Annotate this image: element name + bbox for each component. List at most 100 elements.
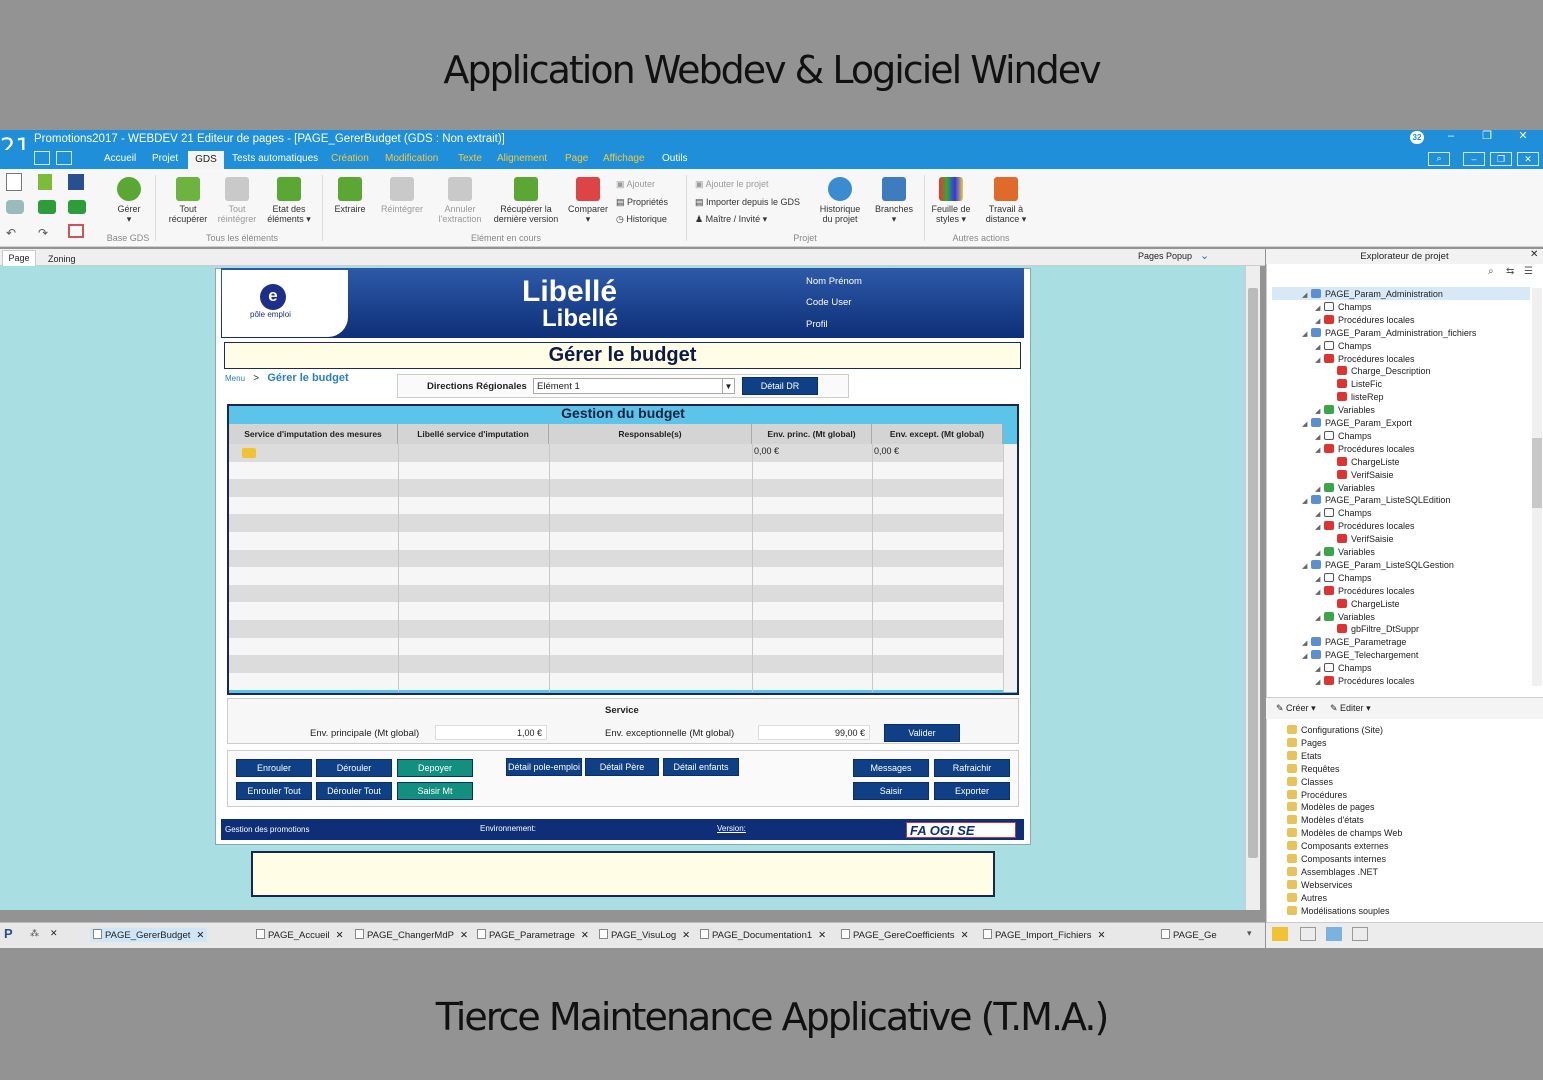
menu-gds[interactable]: GDS [188,151,224,169]
table-row[interactable] [229,479,1003,497]
table-row[interactable] [229,514,1003,532]
table-row[interactable] [229,637,1003,656]
document-tab[interactable]: PAGE_Documentation1 ✕ [697,928,829,942]
table-row[interactable] [229,620,1003,638]
menu-accueil[interactable]: Accueil [104,153,136,164]
document-tab[interactable]: PAGE_Ge [1158,928,1220,942]
column-header-env-except[interactable]: Env. except. (Mt global) [872,424,1003,444]
tree-node[interactable]: ◢ PAGE_Param_Administration [1302,288,1443,302]
menu-affichage[interactable]: Affichage [603,153,645,164]
element-list-item[interactable]: Webservices [1287,879,1352,891]
minimize-button[interactable]: – [1434,130,1468,144]
menu-tests-automatiques[interactable]: Tests automatiques [232,153,318,164]
close-window-button[interactable]: ✕ [1506,130,1540,144]
column-header-env-princ[interactable]: Env. princ. (Mt global) [752,424,872,444]
undo-icon[interactable]: ↶ [6,226,16,240]
tree-node[interactable]: ◢ Champs [1315,662,1372,676]
expand-arrow-icon[interactable]: ◢ [1302,329,1311,341]
expand-arrow-icon[interactable]: ◢ [1302,496,1311,508]
document-tab[interactable]: PAGE_Import_Fichiers ✕ [980,928,1108,942]
tree-node[interactable]: gbFiltre_DtSuppr [1328,623,1419,635]
element-list-item[interactable]: Autres [1287,892,1327,904]
recuperer-version-button[interactable]: Récupérer la dernière version [490,177,562,224]
feuille-styles-button[interactable]: Feuille de styles ▾ [928,177,974,224]
network-icon[interactable]: ⁂ [30,928,39,939]
document-tab[interactable]: PAGE_GererBudget ✕ [90,928,208,942]
tree-node[interactable]: ◢ Champs [1315,507,1372,521]
close-tab-icon[interactable]: ✕ [196,930,204,941]
tout-recuperer-button[interactable]: Tout récupérer [166,177,210,224]
windows-tab-icon[interactable] [1352,927,1368,941]
tree-node[interactable]: ◢ Variables [1315,546,1375,560]
table-row[interactable] [229,584,1003,603]
tree-node[interactable]: ◢ Variables [1315,404,1375,418]
creer-button[interactable]: ✎ Créer ▾ [1276,703,1316,714]
table-row[interactable] [229,602,1003,620]
messages-button[interactable]: Messages [853,759,929,777]
rafraichir-button[interactable]: Rafraichir [934,759,1010,777]
expand-arrow-icon[interactable]: ◢ [1315,445,1324,457]
explorer-options-icon[interactable]: ☰ [1524,266,1533,277]
tree-node[interactable]: ◢ Procédures locales [1315,675,1415,689]
detail-dr-button[interactable]: Détail DR [742,377,818,395]
new-file-icon[interactable] [6,173,22,191]
footer-version[interactable]: Version: [717,824,746,833]
directions-select[interactable]: Elément 1 ▼ [533,378,735,394]
element-list-item[interactable]: Requêtes [1287,763,1340,775]
expand-arrow-icon[interactable]: ◢ [1302,419,1311,431]
derouler-tout-button[interactable]: Dérouler Tout [316,782,392,800]
detail-pere-button[interactable]: Détail Père [585,758,659,776]
element-list-item[interactable]: Pages [1287,737,1327,749]
chevron-down-icon[interactable]: ⌄ [1200,249,1209,262]
menu-projet[interactable]: Projet [152,153,178,164]
tree-node[interactable]: ◢ PAGE_Parametrage [1302,636,1406,650]
close-tab-icon[interactable]: ✕ [460,930,468,941]
gerer-button[interactable]: Gérer ▾ [108,177,150,224]
tree-node[interactable]: Charge_Description [1328,365,1431,377]
tree-node[interactable]: ◢ Champs [1315,301,1372,315]
detail-enfants-button[interactable]: Détail enfants [663,758,739,776]
table-row[interactable] [229,496,1003,515]
tree-node[interactable]: ChargeListe [1328,598,1400,610]
element-list-item[interactable]: Procédures [1287,789,1347,801]
explorer-close-icon[interactable]: ✕ [1530,249,1538,260]
tree-node[interactable]: ChargeListe [1328,456,1400,468]
close-tab-icon[interactable]: ✕ [1097,930,1105,941]
expand-arrow-icon[interactable]: ◢ [1315,587,1324,599]
element-list-item[interactable]: Modèles de pages [1287,801,1375,813]
close-tab-icon[interactable]: ✕ [336,930,344,941]
menu-modification[interactable]: Modification [385,153,438,164]
breadcrumb-menu[interactable]: Menu [225,374,245,383]
layout-icon[interactable] [56,151,72,165]
branches-button[interactable]: Branches ▾ [872,177,916,224]
tree-node[interactable]: ◢ Variables [1315,482,1375,496]
historique-projet-button[interactable]: Historique du projet [814,177,866,224]
close-tab-icon[interactable]: ✕ [581,930,589,941]
notification-badge[interactable]: 32 [1410,131,1424,144]
expand-arrow-icon[interactable]: ◢ [1302,561,1311,573]
detail-pole-button[interactable]: Détail pole-emploi [506,758,582,776]
element-list-item[interactable]: Modèles de champs Web [1287,827,1402,839]
go-icon[interactable] [38,200,56,214]
menu-outils[interactable]: Outils [662,153,688,164]
tree-scrollbar[interactable] [1532,288,1542,686]
doc-minimize-button[interactable]: – [1463,152,1485,166]
tree-node[interactable]: ◢ Procédures locales [1315,314,1415,328]
saisir-button[interactable]: Saisir [853,782,929,800]
menu-page[interactable]: Page [565,153,588,164]
derouler-button[interactable]: Dérouler [316,759,392,777]
travail-distance-button[interactable]: Travail à distance ▾ [982,177,1030,224]
menu-alignement[interactable]: Alignement [497,153,547,164]
canvas-scrollbar[interactable] [1245,266,1260,910]
doc-close-button[interactable]: ✕ [1517,152,1539,166]
tree-node[interactable]: ◢ Procédures locales [1315,585,1415,599]
table-row[interactable] [229,655,1003,673]
exporter-button[interactable]: Exporter [934,782,1010,800]
maitre-invite-button[interactable]: ♟ Maître / Invité ▾ [695,214,767,225]
project-p-icon[interactable]: P [4,926,13,941]
search-icon[interactable]: ⌕ [1428,152,1450,166]
tree-node[interactable]: ◢ PAGE_Param_Administration_fichiers [1302,327,1476,341]
menu-texte[interactable]: Texte [458,153,482,164]
tabs-overflow-icon[interactable]: ▾ [1247,928,1252,939]
quick-access-icon[interactable] [34,151,50,165]
